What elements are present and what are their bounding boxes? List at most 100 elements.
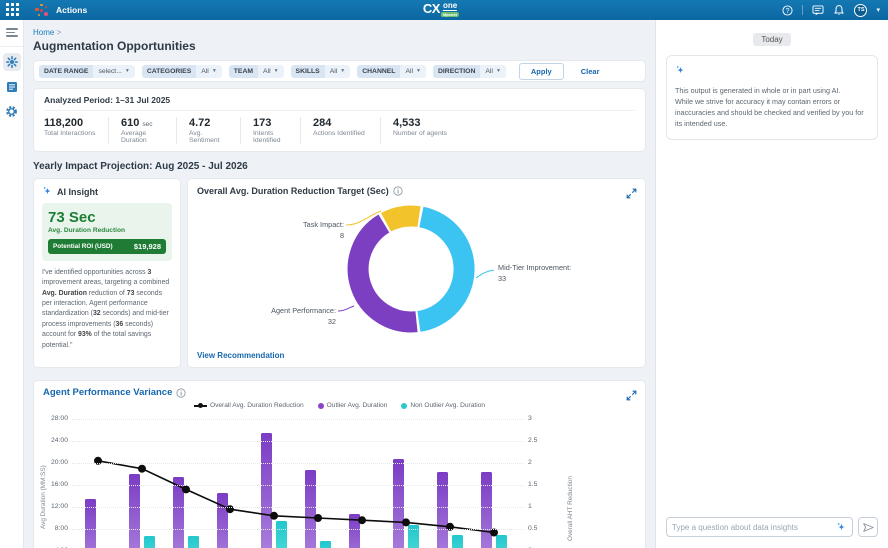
filter-channel[interactable]: CHANNELAll▼ — [357, 65, 426, 78]
clear-button[interactable]: Clear — [581, 67, 600, 76]
apply-button[interactable]: Apply — [519, 63, 564, 80]
callout-mid-tier: Mid-Tier Improvement:33 — [498, 263, 608, 284]
donut-card-title: Overall Avg. Duration Reduction Target (… — [197, 186, 389, 196]
filter-value[interactable]: All▼ — [400, 65, 426, 78]
app-launcher-icon[interactable] — [6, 3, 20, 17]
right-axis-label: Overall AHT Reduction — [567, 476, 574, 541]
legend-line-marker — [194, 405, 207, 407]
left-axis-tick: 24:00 — [34, 437, 68, 444]
collapse-menu-icon[interactable] — [6, 28, 18, 39]
gridline — [72, 441, 524, 442]
legend-dot-marker — [318, 403, 324, 409]
date-badge: Today — [753, 33, 790, 46]
notifications-bell-icon[interactable] — [833, 4, 845, 16]
line-data-point[interactable] — [402, 518, 410, 526]
chevron-down-icon: ▼ — [274, 68, 279, 74]
chat-input-wrapper[interactable] — [666, 517, 853, 537]
legend-dot-marker — [401, 403, 407, 409]
chevron-down-icon: ▼ — [340, 68, 345, 74]
filter-date-range[interactable]: DATE RANGEselect...▼ — [39, 65, 135, 78]
document-icon — [6, 81, 18, 93]
legend-outlier-duration[interactable]: Outlier Avg. Duration — [318, 402, 388, 409]
cxone-logo-one: one — [443, 2, 457, 11]
filter-value[interactable]: All▼ — [258, 65, 284, 78]
left-axis-tick: 20:00 — [34, 459, 68, 466]
filter-label: CATEGORIES — [142, 65, 196, 78]
expand-icon[interactable] — [626, 388, 637, 406]
projection-heading: Yearly Impact Projection: Aug 2025 - Jul… — [33, 161, 646, 172]
line-data-point[interactable] — [138, 465, 146, 473]
analyzed-period-card: Analyzed Period: 1–31 Jul 2025 118,200To… — [33, 88, 646, 152]
variance-card-title[interactable]: Agent Performance Variance — [43, 387, 172, 398]
filter-value[interactable]: All▼ — [196, 65, 222, 78]
left-axis-tick: 28:00 — [34, 415, 68, 422]
filter-label: CHANNEL — [357, 65, 400, 78]
cxone-logo-cx: CX — [423, 2, 440, 16]
user-avatar[interactable]: TS — [854, 4, 867, 17]
sidebar-item-settings[interactable] — [3, 103, 21, 121]
info-icon[interactable] — [393, 186, 403, 196]
roi-badge: Potential ROI (USD) $19,928 — [48, 239, 166, 254]
ai-insight-card: AI Insight 73 Sec Avg. Duration Reductio… — [33, 178, 181, 368]
chevron-down-icon: ▼ — [416, 68, 421, 74]
filter-categories[interactable]: CATEGORIESAll▼ — [142, 65, 222, 78]
filter-label: TEAM — [229, 65, 258, 78]
sidebar-item-reports[interactable] — [3, 78, 21, 96]
messages-icon[interactable] — [812, 4, 824, 16]
chevron-down-icon: ▼ — [125, 68, 130, 74]
roi-label: Potential ROI (USD) — [53, 243, 113, 250]
help-icon[interactable]: ? — [781, 4, 793, 16]
stat-intents-identified: 173Intents Identified — [240, 117, 300, 144]
stat-total-interactions: 118,200Total Interactions — [44, 117, 108, 144]
ai-insight-title: AI Insight — [57, 187, 98, 197]
page-title: Augmentation Opportunities — [33, 39, 646, 53]
stat-actions-identified: 284Actions Identified — [300, 117, 380, 144]
sidebar-item-actions[interactable] — [3, 53, 21, 71]
line-data-point[interactable] — [270, 512, 278, 520]
send-button[interactable] — [858, 517, 878, 537]
filter-value[interactable]: All▼ — [325, 65, 351, 78]
actions-app-brand[interactable]: Actions — [34, 3, 87, 18]
gridline — [72, 507, 524, 508]
filter-skills[interactable]: SKILLSAll▼ — [291, 65, 351, 78]
callout-agent-performance: Agent Performance:32 — [228, 306, 336, 327]
filter-label: DIRECTION — [433, 65, 480, 78]
gear-icon — [5, 105, 18, 118]
stat-average-duration: 610 secAverage Duration — [108, 117, 176, 144]
user-menu-chevron-icon[interactable]: ▾ — [876, 6, 880, 14]
disclaimer-line-2: While we strive for accuracy it may cont… — [675, 96, 869, 129]
filter-value[interactable]: All▼ — [480, 65, 506, 78]
disclaimer-line-1: This output is generated in whole or in … — [675, 85, 869, 96]
legend-non-outlier-duration[interactable]: Non Outlier Avg. Duration — [401, 402, 485, 409]
filter-team[interactable]: TEAMAll▼ — [229, 65, 284, 78]
info-icon[interactable] — [176, 388, 186, 398]
filter-direction[interactable]: DIRECTIONAll▼ — [433, 65, 506, 78]
view-recommendation-link[interactable]: View Recommendation — [197, 351, 284, 360]
line-data-point[interactable] — [314, 514, 322, 522]
gridline — [72, 463, 524, 464]
chevron-down-icon: ▼ — [496, 68, 501, 74]
breadcrumb[interactable]: Home > — [33, 28, 646, 37]
breadcrumb-home-link[interactable]: Home — [33, 28, 54, 37]
donut-slice-mid-tier-improvement[interactable] — [419, 217, 464, 321]
callout-task-impact: Task Impact:8 — [248, 220, 344, 241]
left-axis-tick: 16:00 — [34, 481, 68, 488]
duration-reduction-target-card: Overall Avg. Duration Reduction Target (… — [187, 178, 646, 368]
line-data-point[interactable] — [182, 485, 190, 493]
chat-input-row — [666, 517, 878, 537]
legend-overall-reduction[interactable]: Overall Avg. Duration Reduction — [194, 402, 304, 409]
stat-avg-sentiment: 4.72Avg. Sentiment — [176, 117, 240, 144]
roi-value: $19,928 — [134, 242, 161, 251]
left-axis-tick: 12:00 — [34, 503, 68, 510]
stat-number-of-agents: 4,533Number of agents — [380, 117, 457, 144]
chat-question-input[interactable] — [672, 523, 836, 532]
variance-chart-plot[interactable]: Avg Duration (MM:SS) Overall AHT Reducti… — [34, 419, 574, 548]
donut-slice-agent-performance[interactable] — [358, 224, 416, 322]
filter-value[interactable]: select...▼ — [93, 65, 134, 78]
svg-text:?: ? — [786, 7, 790, 14]
donut-slice-task-impact[interactable] — [386, 216, 419, 222]
right-axis-tick: 2.5 — [528, 437, 537, 444]
duration-reduction-value: 73 Sec — [48, 209, 166, 226]
line-data-point[interactable] — [358, 516, 366, 524]
actions-flower-icon — [6, 56, 18, 68]
